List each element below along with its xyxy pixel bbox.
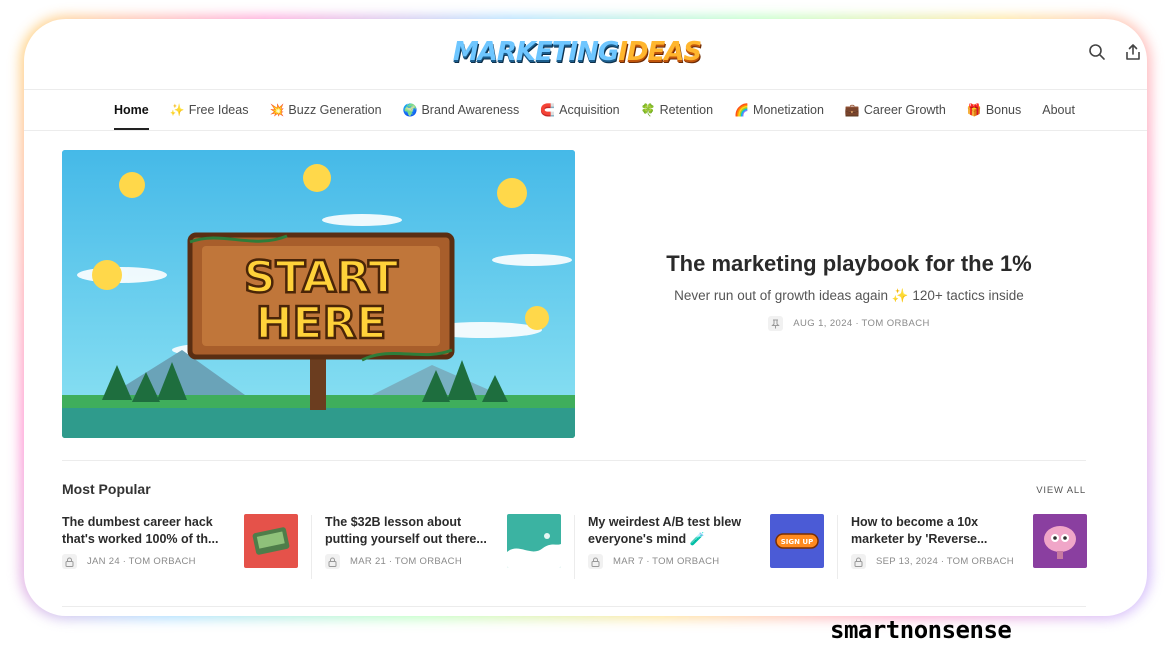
card-title[interactable]: The $32B lesson about putting yourself o… <box>325 514 497 548</box>
rainbow-icon: 🌈 <box>734 103 750 117</box>
logo-word-marketing: MARKETING <box>452 37 619 67</box>
nav-item-bonus[interactable]: 🎁 Bonus <box>967 90 1021 130</box>
hero-image-line2: HERE <box>256 298 387 349</box>
sparkles-icon: ✨ <box>169 103 185 117</box>
logo-word-ideas: IDEAS <box>618 37 702 67</box>
section-divider <box>62 460 1086 461</box>
magnet-icon: 🧲 <box>540 103 556 117</box>
hero-meta-text: AUG 1, 2024 ∙ TOM ORBACH <box>793 318 930 329</box>
hero-image[interactable]: START HERE <box>62 150 575 438</box>
card-meta: SEP 13, 2024 ∙ TOM ORBACH <box>851 554 1014 569</box>
main-navigation: Home ✨ Free Ideas 💥 Buzz Generation 🌍 Brand… <box>24 89 1147 131</box>
popular-card[interactable]: The dumbest career hack that's worked 10… <box>62 514 300 576</box>
card-meta: JAN 24 ∙ TOM ORBACH <box>62 554 196 569</box>
lock-icon <box>325 554 340 569</box>
nav-label: Retention <box>659 103 714 117</box>
nav-item-acquisition[interactable]: 🧲 Acquisition <box>540 90 619 130</box>
thumb-signup-text: SIGN UP <box>781 538 814 546</box>
hero-image-line1: START <box>244 252 398 303</box>
site-logo[interactable]: MARKETING IDEAS <box>453 34 702 70</box>
collision-icon: 💥 <box>269 103 285 117</box>
share-icon[interactable] <box>1124 43 1144 63</box>
card-title[interactable]: My weirdest A/B test blew everyone's min… <box>588 514 760 548</box>
search-icon[interactable] <box>1088 43 1108 63</box>
pin-icon <box>768 316 784 331</box>
most-popular-heading: Most Popular <box>62 481 151 497</box>
hero-meta: AUG 1, 2024 ∙ TOM ORBACH <box>584 316 1114 331</box>
card-thumbnail[interactable] <box>507 514 561 568</box>
globe-icon: 🌍 <box>402 103 418 117</box>
card-thumbnail[interactable] <box>244 514 298 568</box>
nav-label: Bonus <box>985 103 1022 117</box>
nav-label: About <box>1042 103 1075 117</box>
card-title[interactable]: The dumbest career hack that's worked 10… <box>62 514 234 548</box>
nav-item-monetization[interactable]: 🌈 Monetization <box>734 90 824 130</box>
hero-subtitle: Never run out of growth ideas again ✨ 12… <box>674 288 1024 303</box>
nav-item-home[interactable]: Home <box>114 90 149 130</box>
lock-icon <box>62 554 77 569</box>
site-header: MARKETING IDEAS <box>24 19 1147 89</box>
browser-window: MARKETING IDEAS Home ✨ Free Ideas 💥 Buzz Ge… <box>24 19 1147 616</box>
nav-label: Home <box>114 103 149 117</box>
briefcase-icon: 💼 <box>844 103 860 117</box>
card-separator <box>311 515 312 579</box>
watermark-text: smartnonsense <box>830 616 1012 644</box>
card-title[interactable]: How to become a 10x marketer by 'Reverse… <box>851 514 1023 548</box>
nav-item-about[interactable]: About <box>1042 90 1075 130</box>
nav-item-retention[interactable]: 🍀 Retention <box>641 90 713 130</box>
card-meta: MAR 7 ∙ TOM ORBACH <box>588 554 719 569</box>
nav-label: Monetization <box>753 103 824 117</box>
card-meta-text: JAN 24 ∙ TOM ORBACH <box>87 556 196 567</box>
nav-label: Buzz Generation <box>288 103 382 117</box>
nav-list: Home ✨ Free Ideas 💥 Buzz Generation 🌍 Brand… <box>114 90 1096 130</box>
popular-card[interactable]: The $32B lesson about putting yourself o… <box>325 514 563 576</box>
nav-label: Free Ideas <box>188 103 249 117</box>
nav-label: Acquisition <box>559 103 620 117</box>
nav-item-career-growth[interactable]: 💼 Career Growth <box>845 90 946 130</box>
card-meta: MAR 21 ∙ TOM ORBACH <box>325 554 462 569</box>
card-thumbnail[interactable] <box>1033 514 1087 568</box>
gift-icon: 🎁 <box>966 103 982 117</box>
card-separator <box>574 515 575 579</box>
popular-card[interactable]: How to become a 10x marketer by 'Reverse… <box>851 514 1089 576</box>
card-meta-text: MAR 21 ∙ TOM ORBACH <box>350 556 462 567</box>
nav-item-buzz-generation[interactable]: 💥 Buzz Generation <box>269 90 381 130</box>
card-separator <box>837 515 838 579</box>
lock-icon <box>588 554 603 569</box>
lock-icon <box>851 554 866 569</box>
bottom-divider <box>62 606 1086 607</box>
card-meta-text: SEP 13, 2024 ∙ TOM ORBACH <box>876 556 1014 567</box>
card-meta-text: MAR 7 ∙ TOM ORBACH <box>613 556 720 567</box>
nav-item-brand-awareness[interactable]: 🌍 Brand Awareness <box>403 90 520 130</box>
nav-item-free-ideas[interactable]: ✨ Free Ideas <box>170 90 249 130</box>
nav-label: Brand Awareness <box>421 103 520 117</box>
nav-label: Career Growth <box>863 103 946 117</box>
popular-card[interactable]: My weirdest A/B test blew everyone's min… <box>588 514 826 576</box>
view-all-link[interactable]: VIEW ALL <box>1036 485 1086 496</box>
card-thumbnail[interactable]: SIGN UP <box>770 514 824 568</box>
hero-title[interactable]: The marketing playbook for the 1% <box>584 251 1114 277</box>
clover-icon: 🍀 <box>640 103 656 117</box>
